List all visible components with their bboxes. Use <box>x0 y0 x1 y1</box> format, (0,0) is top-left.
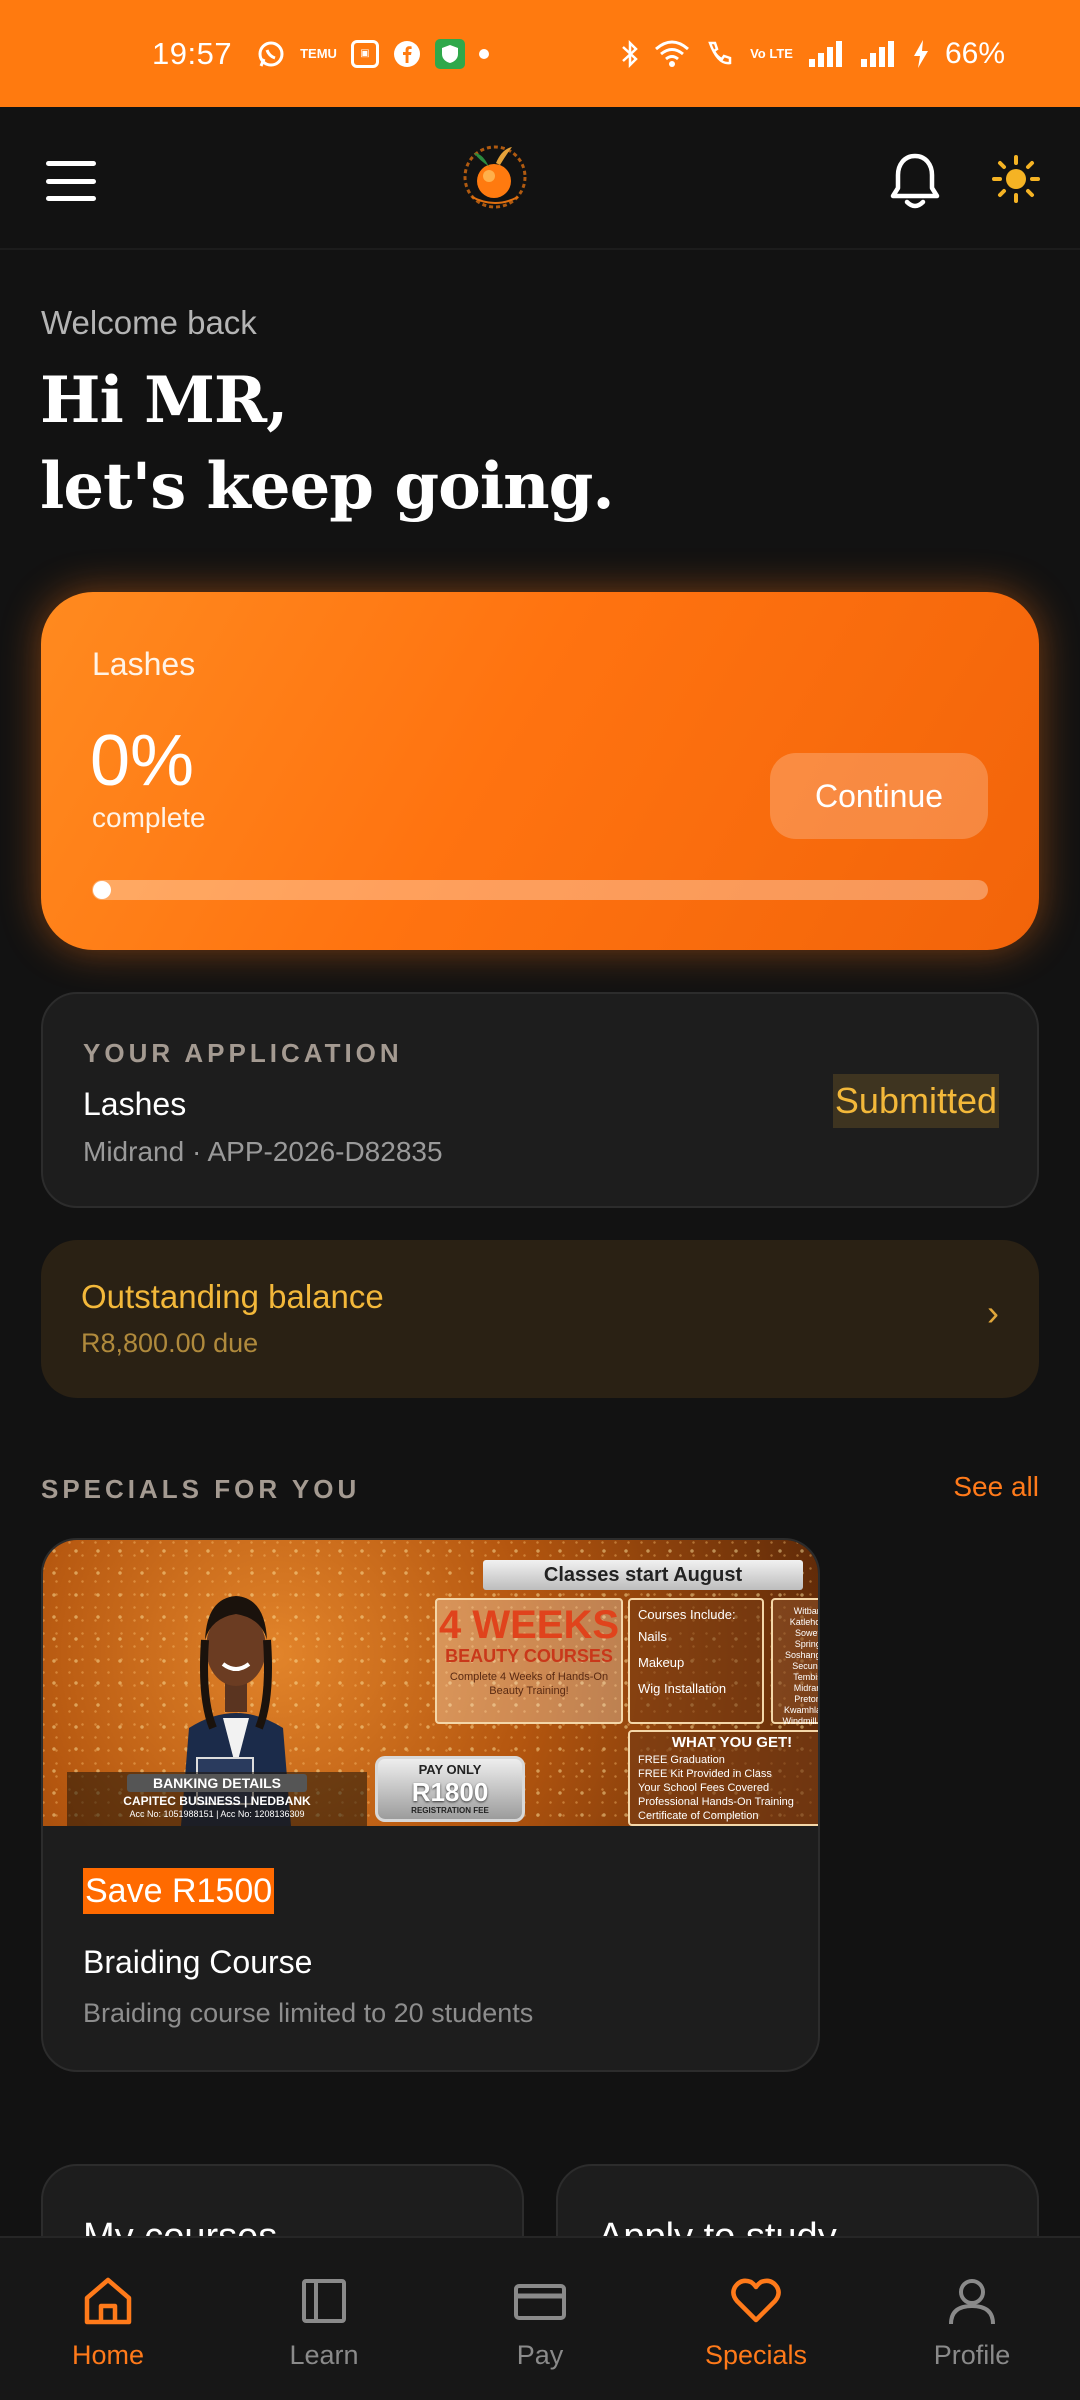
volte-icon: Vo LTE <box>750 46 793 61</box>
balance-title: Outstanding balance <box>81 1278 384 1315</box>
progress-course-name: Lashes <box>92 646 196 682</box>
status-left: 19:57 TEMU ▣ <box>152 36 489 72</box>
greeting-line-2: let's keep going. <box>40 449 615 524</box>
book-icon <box>302 2279 346 2323</box>
special-title: Braiding Course <box>83 1944 313 1980</box>
special-card[interactable]: Classes start August 4 WEEKS BEAUTY COUR… <box>41 1538 820 2072</box>
more-notifications-dot <box>478 48 489 59</box>
promo-areas: Witbank Katlehong Soweto Springs Soshang… <box>771 1598 818 1726</box>
nav-pay-label: Pay <box>516 2340 564 2370</box>
sun-icon[interactable] <box>992 155 1040 203</box>
promo-weeks: 4 WEEKS BEAUTY COURSES Complete 4 Weeks … <box>435 1598 623 1724</box>
nav-learn[interactable]: Learn <box>216 2238 432 2400</box>
nav-specials-label: Specials <box>704 2340 808 2370</box>
nav-pay[interactable]: Pay <box>432 2238 648 2400</box>
whatsapp-icon <box>256 39 286 69</box>
signal-2-icon <box>859 39 897 69</box>
greeting-line-1: Hi MR, <box>40 363 288 438</box>
outstanding-balance-card[interactable]: Outstanding balance R8,800.00 due › <box>41 1240 1039 1398</box>
progress-bar <box>92 880 988 900</box>
application-card[interactable]: YOUR APPLICATION Lashes Midrand · APP-20… <box>41 992 1039 1208</box>
status-right: Vo LTE 66% <box>620 37 1005 71</box>
battery-percent: 66% <box>944 36 1005 70</box>
balance-due: R8,800.00 due <box>81 1328 259 1358</box>
clock: 19:57 <box>152 35 233 71</box>
welcome-text: Welcome back <box>41 304 257 341</box>
bell-icon[interactable] <box>888 152 942 210</box>
promo-price: PAY ONLY R1800 REGISTRATION FEE <box>375 1756 525 1822</box>
nav-profile-label: Profile <box>933 2340 1011 2370</box>
greeting-heading: Hi MR, let's keep going. <box>40 358 615 530</box>
card-icon <box>514 2284 566 2320</box>
bottom-nav: Home Learn Pay Specials Profile <box>0 2236 1080 2400</box>
facebook-icon <box>393 40 421 68</box>
home-icon <box>84 2277 132 2325</box>
see-all-link[interactable]: See all <box>953 1471 1039 1503</box>
promo-banner: Classes start August <box>483 1560 803 1590</box>
signal-1-icon <box>807 39 845 69</box>
nav-learn-label: Learn <box>289 2340 359 2370</box>
application-heading: YOUR APPLICATION <box>83 1038 403 1068</box>
temu-icon: TEMU <box>300 46 337 61</box>
charging-icon <box>911 39 931 69</box>
progress-complete-label: complete <box>92 802 206 833</box>
course-progress-card[interactable]: Lashes 0% complete Continue <box>41 592 1039 950</box>
savings-badge: Save R1500 <box>83 1868 275 1914</box>
menu-icon[interactable] <box>46 161 96 201</box>
shield-icon <box>434 38 465 69</box>
promo-includes: Courses Include: Nails Makeup Wig Instal… <box>628 1598 764 1724</box>
application-meta: Midrand · APP-2026-D82835 <box>83 1136 443 1167</box>
bluetooth-icon <box>620 39 640 69</box>
specials-heading: SPECIALS FOR YOU <box>41 1474 361 1504</box>
progress-bar-indicator <box>93 881 111 899</box>
nav-profile[interactable]: Profile <box>864 2238 1080 2400</box>
heart-icon <box>731 2278 781 2323</box>
person-icon <box>949 2279 995 2325</box>
app-bar <box>0 107 1080 250</box>
nav-home-label: Home <box>71 2340 145 2370</box>
continue-button[interactable]: Continue <box>770 753 988 839</box>
promo-benefits: WHAT YOU GET! FREE Graduation FREE Kit P… <box>628 1730 818 1826</box>
status-bar: 19:57 TEMU ▣ Vo LTE 66% <box>0 0 1080 107</box>
nav-home[interactable]: Home <box>0 2238 216 2400</box>
wifi-icon <box>654 39 690 69</box>
chevron-right-icon: › <box>987 1292 999 1333</box>
promo-banking: BANKING DETAILS CAPITEC BUSINESS | NEDBA… <box>67 1772 367 1826</box>
status-badge: Submitted <box>832 1074 999 1128</box>
nav-specials[interactable]: Specials <box>648 2238 864 2400</box>
app-logo[interactable] <box>458 137 532 217</box>
progress-percent: 0% <box>90 721 195 801</box>
promo-image: Classes start August 4 WEEKS BEAUTY COUR… <box>43 1540 818 1826</box>
application-course: Lashes <box>83 1086 187 1122</box>
special-description: Braiding course limited to 20 students <box>83 1998 534 2028</box>
wifi-calling-icon <box>704 39 736 69</box>
contacts-icon: ▣ <box>350 39 379 68</box>
